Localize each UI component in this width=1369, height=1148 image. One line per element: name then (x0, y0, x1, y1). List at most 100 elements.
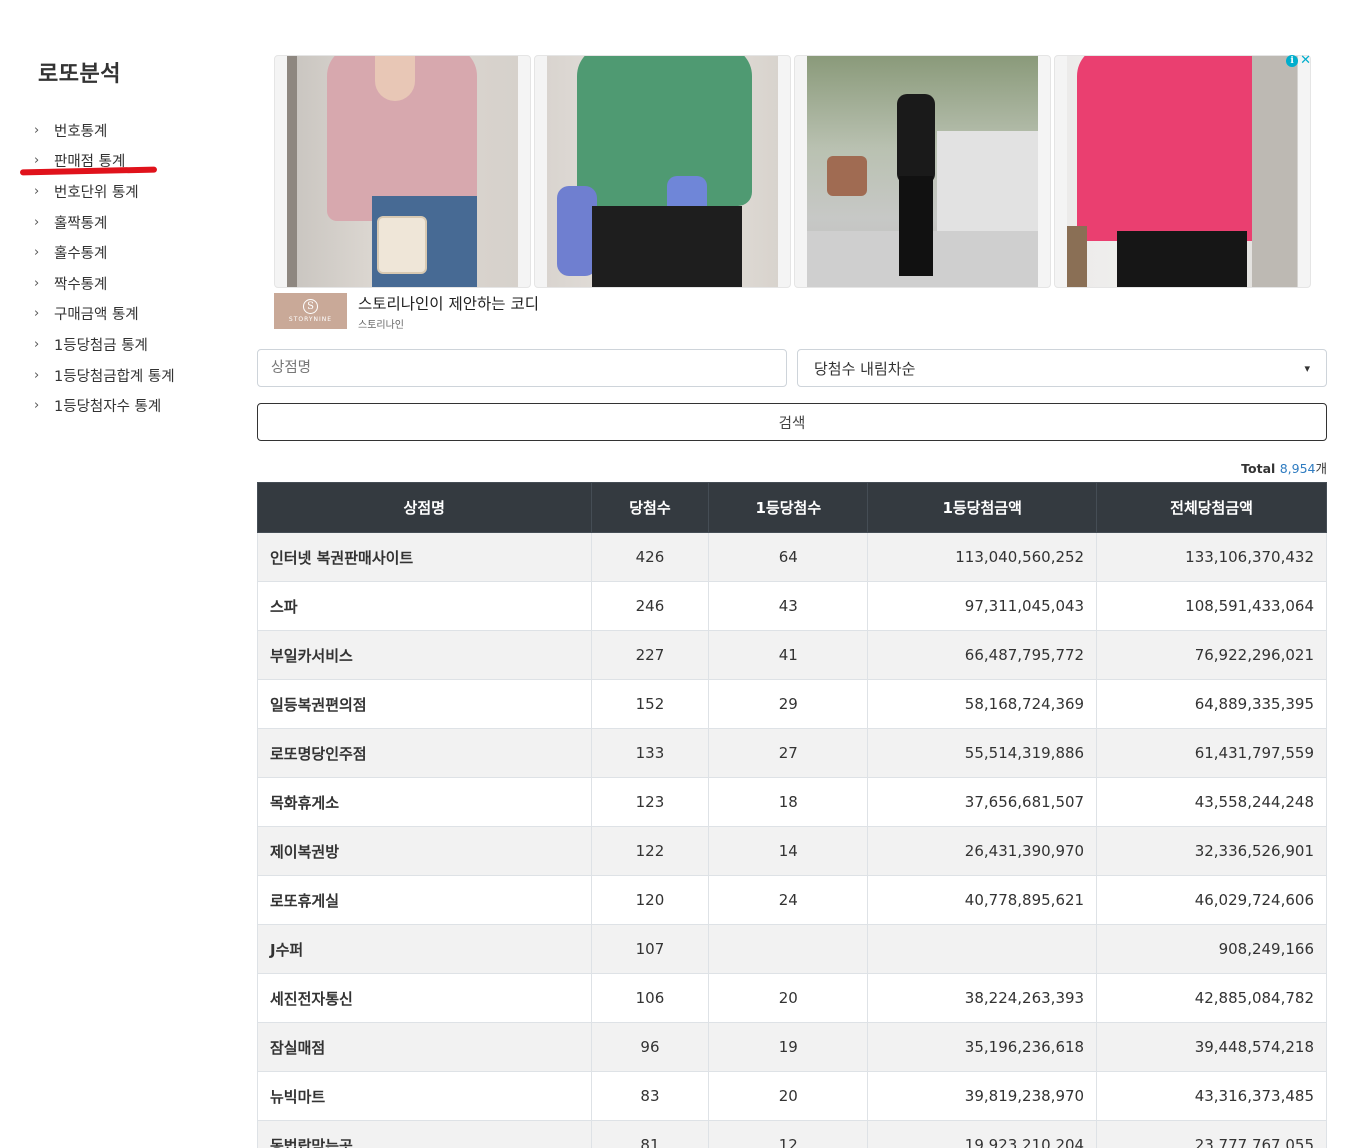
total-prize-amount-cell: 46,029,724,606 (1096, 875, 1327, 925)
table-row: 잠실매점 96 19 35,196,236,618 39,448,574,218 (257, 1022, 1327, 1072)
chevron-right-icon: › (34, 122, 40, 138)
table-row: 로또명당인주점 133 27 55,514,319,886 61,431,797,559 (257, 728, 1327, 778)
header-first-prize-count[interactable]: 1등당첨수 (708, 482, 869, 533)
header-first-prize-amount[interactable]: 1등당첨금액 (867, 482, 1098, 533)
table-row: 동법랍맞는곳 81 12 19,923,210,204 23,777,767,055 (257, 1120, 1327, 1148)
first-prize-amount-cell: 58,168,724,369 (867, 679, 1098, 729)
first-prize-count-cell: 14 (708, 826, 869, 876)
sidebar-item-odd-even-stats[interactable]: › 홀짝통계 (34, 207, 175, 238)
win-count-cell: 227 (590, 630, 710, 680)
sidebar-item-label: 짝수통계 (54, 276, 108, 293)
header-store-name[interactable]: 상점명 (257, 482, 592, 533)
ad-choices[interactable]: i ✕ (1281, 54, 1311, 68)
total-prize-amount-cell: 42,885,084,782 (1096, 973, 1327, 1023)
sidebar-item-label: 구매금액 통계 (54, 307, 139, 324)
store-name-link[interactable]: 잠실매점 (257, 1022, 592, 1072)
ad-product-card[interactable] (794, 55, 1051, 288)
first-prize-count-cell: 19 (708, 1022, 869, 1072)
ad-footer[interactable]: S STORYNINE 스토리나인이 제안하는 코디 스토리나인 (274, 292, 539, 331)
store-name-search-input[interactable] (257, 349, 787, 387)
table-header-row: 상점명 당첨수 1등당첨수 1등당첨금액 전체당첨금액 (257, 482, 1327, 533)
first-prize-count-cell: 20 (708, 1071, 869, 1121)
sidebar-item-label: 1등당첨자수 통계 (54, 399, 162, 416)
first-prize-count-cell (708, 924, 869, 974)
first-prize-amount-cell: 37,656,681,507 (867, 777, 1098, 827)
chevron-right-icon: › (34, 245, 40, 261)
first-prize-count-cell: 41 (708, 630, 869, 680)
product-photo-pink-cardigan (287, 56, 518, 287)
ad-banner[interactable]: i ✕ S STORYNINE 스토리나인이 제안하는 코디 스토리나인 (274, 54, 1311, 335)
sidebar: 로또분석 › 번호통계 › 판매점 통계 › 번호단위 통계 › 홀짝통계 › 홀수통계 … (0, 0, 245, 1148)
first-prize-amount-cell: 97,311,045,043 (867, 581, 1098, 631)
table-row: 부일카서비스 227 41 66,487,795,772 76,922,296,021 (257, 630, 1327, 680)
first-prize-amount-cell: 35,196,236,618 (867, 1022, 1098, 1072)
total-count-unit: 개 (1315, 461, 1327, 476)
store-name-link[interactable]: J수퍼 (257, 924, 592, 974)
win-count-cell: 426 (590, 532, 710, 582)
sidebar-item-number-stats[interactable]: › 번호통계 (34, 115, 175, 146)
store-name-link[interactable]: 인터넷 복권판매사이트 (257, 532, 592, 582)
total-prize-amount-cell: 61,431,797,559 (1096, 728, 1327, 778)
sidebar-item-label: 홀짝통계 (54, 215, 108, 232)
sort-order-select[interactable]: 당첨수 내림차순 ▾ (797, 349, 1327, 387)
search-button[interactable]: 검색 (257, 403, 1327, 441)
win-count-cell: 133 (590, 728, 710, 778)
store-name-link[interactable]: 로또휴게실 (257, 875, 592, 925)
sidebar-item-first-prize-total-stats[interactable]: › 1등당첨금합계 통계 (34, 360, 175, 391)
ad-product-card[interactable] (1054, 55, 1311, 288)
chevron-right-icon: › (34, 275, 40, 291)
close-icon[interactable]: ✕ (1300, 54, 1311, 67)
store-name-link[interactable]: 스파 (257, 581, 592, 631)
store-name-link[interactable]: 동법랍맞는곳 (257, 1120, 592, 1148)
ad-headline[interactable]: 스토리나인이 제안하는 코디 (358, 292, 539, 314)
chevron-right-icon: › (34, 214, 40, 230)
first-prize-count-cell: 29 (708, 679, 869, 729)
store-name-link[interactable]: 세진전자통신 (257, 973, 592, 1023)
win-count-cell: 122 (590, 826, 710, 876)
store-name-link[interactable]: 목화휴게소 (257, 777, 592, 827)
win-count-cell: 81 (590, 1120, 710, 1148)
total-prize-amount-cell: 23,777,767,055 (1096, 1120, 1327, 1148)
table-row: 목화휴게소 123 18 37,656,681,507 43,558,244,248 (257, 777, 1327, 827)
store-name-link[interactable]: 로또명당인주점 (257, 728, 592, 778)
total-prize-amount-cell: 32,336,526,901 (1096, 826, 1327, 876)
sidebar-item-number-unit-stats[interactable]: › 번호단위 통계 (34, 176, 175, 207)
win-count-cell: 96 (590, 1022, 710, 1072)
store-name-link[interactable]: 일등복권편의점 (257, 679, 592, 729)
chevron-right-icon: › (34, 336, 40, 352)
table-row: 세진전자통신 106 20 38,224,263,393 42,885,084,782 (257, 973, 1327, 1023)
total-count: Total 8,954개 (1241, 458, 1327, 477)
sidebar-item-purchase-stats[interactable]: › 구매금액 통계 (34, 299, 175, 330)
ad-text: 스토리나인이 제안하는 코디 스토리나인 (358, 292, 539, 331)
win-count-cell: 120 (590, 875, 710, 925)
sidebar-menu: › 번호통계 › 판매점 통계 › 번호단위 통계 › 홀짝통계 › 홀수통계 › 짝수통계… (34, 115, 175, 421)
store-name-link[interactable]: 제이복권방 (257, 826, 592, 876)
store-stats-table: 상점명 당첨수 1등당첨수 1등당첨금액 전체당첨금액 인터넷 복권판매사이트 4… (257, 482, 1327, 1148)
table-row: 인터넷 복권판매사이트 426 64 113,040,560,252 133,106,3… (257, 532, 1327, 582)
table-row: 뉴빅마트 83 20 39,819,238,970 43,316,373,485 (257, 1071, 1327, 1121)
chevron-right-icon: › (34, 153, 40, 169)
total-prize-amount-cell: 64,889,335,395 (1096, 679, 1327, 729)
store-name-link[interactable]: 뉴빅마트 (257, 1071, 592, 1121)
sidebar-item-odd-stats[interactable]: › 홀수통계 (34, 237, 175, 268)
first-prize-count-cell: 18 (708, 777, 869, 827)
ad-product-card[interactable] (274, 55, 531, 288)
header-total-prize-amount[interactable]: 전체당첨금액 (1096, 482, 1327, 533)
total-prize-amount-cell: 43,558,244,248 (1096, 777, 1327, 827)
chevron-right-icon: › (34, 367, 40, 383)
header-win-count[interactable]: 당첨수 (590, 482, 710, 533)
ad-product-card[interactable] (534, 55, 791, 288)
sidebar-item-first-prize-stats[interactable]: › 1등당첨금 통계 (34, 329, 175, 360)
store-name-link[interactable]: 부일카서비스 (257, 630, 592, 680)
ad-info-icon[interactable]: i (1286, 55, 1299, 67)
sort-selected-value: 당첨수 내림차순 (814, 359, 916, 378)
win-count-cell: 107 (590, 924, 710, 974)
sidebar-item-label: 홀수통계 (54, 246, 108, 263)
sidebar-item-first-winners-stats[interactable]: › 1등당첨자수 통계 (34, 390, 175, 421)
table-row: 제이복권방 122 14 26,431,390,970 32,336,526,901 (257, 826, 1327, 876)
logo-mark-icon: S (303, 299, 318, 314)
first-prize-count-cell: 43 (708, 581, 869, 631)
sidebar-item-even-stats[interactable]: › 짝수통계 (34, 268, 175, 299)
first-prize-count-cell: 24 (708, 875, 869, 925)
first-prize-amount-cell: 113,040,560,252 (867, 532, 1098, 582)
